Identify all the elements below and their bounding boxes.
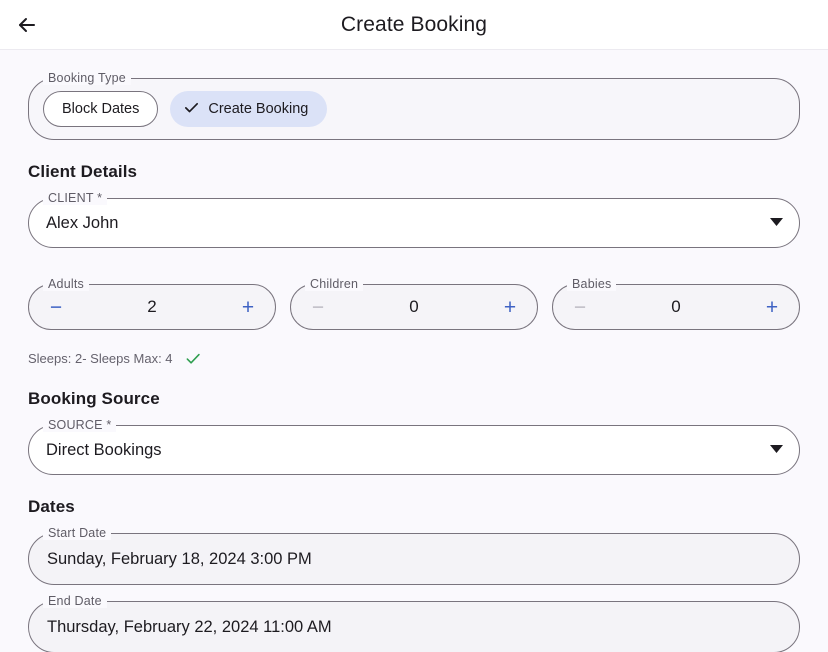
booking-type-option-label: Create Booking bbox=[208, 101, 309, 117]
check-green-icon bbox=[183, 350, 203, 367]
client-select-value: Alex John bbox=[46, 213, 119, 232]
check-icon bbox=[183, 99, 200, 120]
end-date-field[interactable]: End Date Thursday, February 22, 2024 11:… bbox=[28, 594, 800, 652]
client-details-heading: Client Details bbox=[28, 162, 138, 181]
babies-value: 0 bbox=[671, 297, 681, 316]
booking-type-option-label: Block Dates bbox=[62, 101, 140, 117]
sleeps-note-text: Sleeps: 2- Sleeps Max: 4 bbox=[28, 351, 173, 366]
arrow-left-icon bbox=[15, 13, 39, 37]
booking-type-option-block-dates[interactable]: Block Dates bbox=[43, 91, 159, 127]
chevron-down-icon bbox=[770, 441, 783, 459]
end-date-value: Thursday, February 22, 2024 11:00 AM bbox=[47, 617, 332, 636]
adults-value: 2 bbox=[147, 297, 157, 316]
children-value: 0 bbox=[409, 297, 419, 316]
start-date-value: Sunday, February 18, 2024 3:00 PM bbox=[47, 549, 312, 568]
adults-stepper: Adults − 2 + bbox=[28, 277, 276, 330]
children-stepper: Children − 0 + bbox=[290, 277, 538, 330]
babies-increment-button[interactable]: + bbox=[761, 297, 783, 318]
start-date-field[interactable]: Start Date Sunday, February 18, 2024 3:0… bbox=[28, 526, 800, 585]
booking-source-heading: Booking Source bbox=[28, 389, 160, 408]
babies-stepper-legend: Babies bbox=[567, 277, 617, 291]
source-select-value: Direct Bookings bbox=[46, 440, 162, 459]
chevron-down-icon bbox=[770, 214, 783, 232]
page-title: Create Booking bbox=[340, 12, 488, 36]
dates-heading: Dates bbox=[28, 497, 75, 516]
source-select-legend: SOURCE * bbox=[43, 418, 117, 432]
adults-decrement-button[interactable]: − bbox=[45, 297, 67, 318]
client-select[interactable]: CLIENT * Alex John bbox=[28, 191, 800, 248]
back-button[interactable] bbox=[4, 2, 50, 48]
adults-stepper-legend: Adults bbox=[43, 277, 89, 291]
end-date-legend: End Date bbox=[43, 594, 107, 608]
source-select[interactable]: SOURCE * Direct Bookings bbox=[28, 418, 800, 475]
children-stepper-legend: Children bbox=[305, 277, 364, 291]
children-decrement-button: − bbox=[307, 297, 329, 318]
sleeps-note: Sleeps: 2- Sleeps Max: 4 bbox=[28, 350, 800, 367]
form-body: Booking Type Block Dates Create Booking … bbox=[0, 50, 828, 652]
adults-increment-button[interactable]: + bbox=[237, 297, 259, 318]
babies-decrement-button: − bbox=[569, 297, 591, 318]
babies-stepper: Babies − 0 + bbox=[552, 277, 800, 330]
occupancy-steppers: Adults − 2 + Children − 0 + Babies − 0 + bbox=[28, 268, 800, 330]
booking-type-group: Booking Type Block Dates Create Booking bbox=[28, 71, 800, 140]
children-increment-button[interactable]: + bbox=[499, 297, 521, 318]
start-date-legend: Start Date bbox=[43, 526, 112, 540]
client-select-legend: CLIENT * bbox=[43, 191, 108, 205]
booking-type-legend: Booking Type bbox=[43, 71, 131, 85]
app-bar: Create Booking bbox=[0, 0, 828, 50]
booking-type-option-create-booking[interactable]: Create Booking bbox=[170, 91, 328, 127]
